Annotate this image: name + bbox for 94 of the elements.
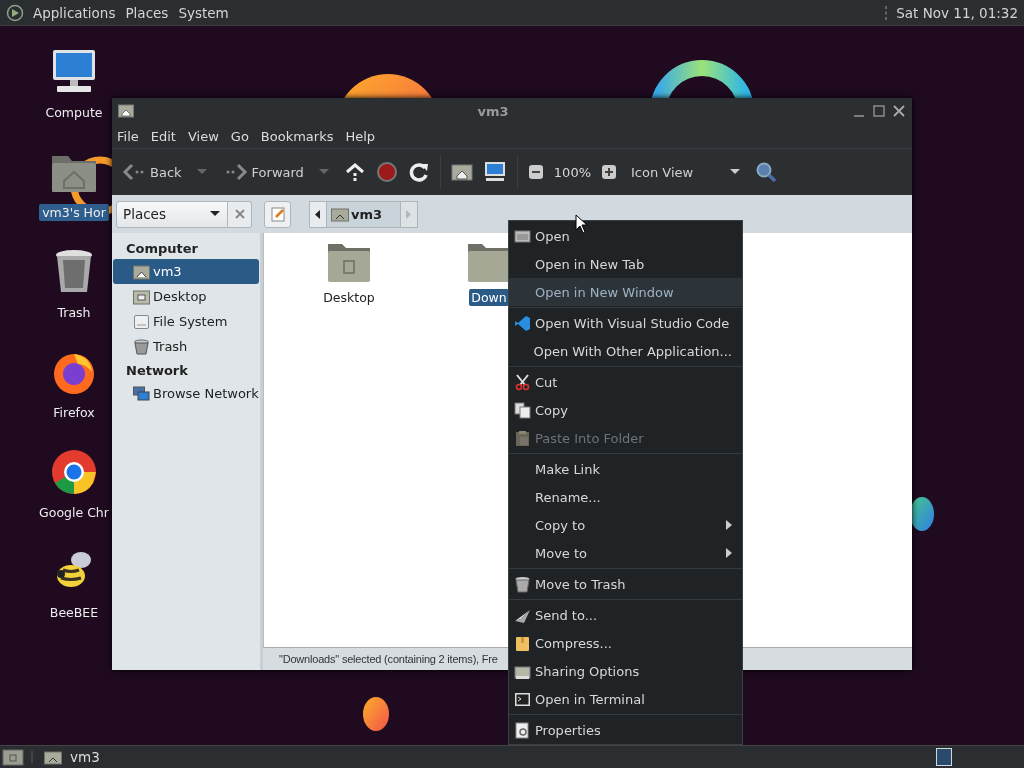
menu-item[interactable]: View <box>187 128 219 144</box>
panel-menu[interactable]: System <box>177 4 230 21</box>
home-folder-icon <box>133 263 150 280</box>
logo-icon[interactable] <box>6 3 24 22</box>
trash-icon <box>513 575 531 593</box>
sidebar-item[interactable]: Desktop <box>113 284 259 309</box>
maximize-icon[interactable] <box>872 104 886 118</box>
context-menu-item[interactable]: Copy to <box>509 511 742 539</box>
caret-icon <box>209 210 221 218</box>
zoom-level: 100% <box>553 164 591 180</box>
handle-icon <box>884 4 889 21</box>
file-label: Desktop <box>322 289 376 306</box>
desktop-icon-label: BeeBEE <box>48 604 100 621</box>
workspace-icon[interactable] <box>936 748 952 766</box>
menu-item[interactable]: Go <box>230 128 249 144</box>
trash-icon <box>133 338 150 355</box>
vscode-icon <box>513 314 531 332</box>
context-menu-item[interactable]: Open in Terminal <box>509 685 742 713</box>
desktop-icon-label: Firefox <box>52 404 96 421</box>
show-desktop-icon[interactable] <box>2 748 24 766</box>
home-folder-icon[interactable] <box>450 162 473 182</box>
places-dropdown[interactable]: Places <box>116 200 228 228</box>
up-arrow-icon[interactable] <box>343 161 366 183</box>
context-menu-item[interactable]: Open With Other Application... <box>509 337 742 365</box>
context-menu-item[interactable]: Open in New Window <box>509 278 742 306</box>
desktop-icon-label: Compute <box>44 104 104 121</box>
edit-icon <box>269 206 286 222</box>
submenu-arrow-icon <box>726 548 732 558</box>
context-menu-item[interactable]: Move to <box>509 539 742 567</box>
sidebar-item[interactable]: vm3 <box>113 259 259 284</box>
sidebar-heading: Computer <box>125 240 200 258</box>
context-menu-item[interactable]: Rename... <box>509 483 742 511</box>
sidebar-item[interactable]: Trash <box>113 334 259 359</box>
back-arrow-icon <box>122 162 146 182</box>
context-menu-item[interactable]: Open in New Tab <box>509 250 742 278</box>
context-menu-item[interactable]: Sharing Options <box>509 657 742 685</box>
menu-item[interactable]: Bookmarks <box>260 128 334 144</box>
drive-icon <box>133 313 150 330</box>
back-button[interactable]: Back <box>120 160 184 184</box>
home-folder-icon <box>44 749 62 765</box>
right-arrow-icon <box>406 209 413 219</box>
file-label: Down <box>469 289 509 306</box>
panel-menu[interactable]: Places <box>124 4 170 21</box>
forward-button[interactable]: Forward <box>221 160 306 184</box>
sidebar-item[interactable]: Browse Network <box>113 381 259 406</box>
compress-icon <box>513 634 531 652</box>
network-icon <box>133 385 150 402</box>
window-title: vm3 <box>476 103 510 119</box>
sidebar-heading: Network <box>125 362 189 380</box>
close-icon[interactable] <box>892 104 906 118</box>
reload-icon[interactable] <box>407 161 430 183</box>
context-menu-item[interactable]: Cut <box>509 368 742 396</box>
cut-icon <box>513 373 531 391</box>
mouse-pointer-icon <box>575 214 589 234</box>
sidebar-item[interactable]: File System <box>113 309 259 334</box>
status-text: "Downloads" selected (containing 2 items), Fre <box>279 653 498 665</box>
stop-icon[interactable] <box>375 161 398 183</box>
desktop-icon-label: Google Chr <box>38 504 110 521</box>
menu-item[interactable]: Help <box>345 128 376 144</box>
context-menu-item[interactable]: Compress... <box>509 629 742 657</box>
zoom-in-icon[interactable] <box>601 164 617 180</box>
desktop-icon-label: vm3's Hor <box>39 204 109 221</box>
search-icon[interactable] <box>755 161 778 183</box>
menu-item[interactable]: Edit <box>150 128 176 144</box>
desktop-icon-label: Trash <box>56 304 92 321</box>
menu-item[interactable]: File <box>117 128 139 144</box>
chrome-icon[interactable] <box>49 448 99 496</box>
path-left-button[interactable] <box>309 200 327 228</box>
path-button[interactable]: vm3 <box>327 200 401 228</box>
context-menu-item[interactable]: Properties <box>509 716 742 744</box>
close-icon <box>234 209 245 219</box>
home-folder-icon <box>331 206 349 222</box>
home-folder-icon <box>118 104 134 118</box>
left-arrow-icon <box>315 209 321 219</box>
submenu-arrow-icon <box>726 520 732 530</box>
context-menu-item[interactable]: Open With Visual Studio Code <box>509 309 742 337</box>
clock[interactable]: Sat Nov 11, 01:32 <box>896 4 1018 21</box>
context-menu-item[interactable]: Open <box>509 222 742 250</box>
paste-icon <box>513 429 531 447</box>
task-button[interactable]: vm3 <box>40 749 104 765</box>
view-dropdown[interactable]: Icon View <box>627 162 746 182</box>
context-menu-item[interactable]: Move to Trash <box>509 570 742 598</box>
panel-menu[interactable]: Applications <box>32 4 117 21</box>
context-menu-item[interactable]: Copy <box>509 396 742 424</box>
copy-icon <box>513 401 531 419</box>
zoom-out-icon[interactable] <box>527 164 544 180</box>
context-menu-item[interactable]: Send to... <box>509 601 742 629</box>
context-menu-item[interactable]: Make Link <box>509 455 742 483</box>
close-button[interactable] <box>228 200 252 228</box>
edit-location-button[interactable] <box>264 200 291 228</box>
terminal-icon <box>513 690 531 708</box>
caret-icon <box>729 168 742 176</box>
computer-icon[interactable] <box>482 161 507 183</box>
desktop-folder-icon <box>133 288 150 305</box>
